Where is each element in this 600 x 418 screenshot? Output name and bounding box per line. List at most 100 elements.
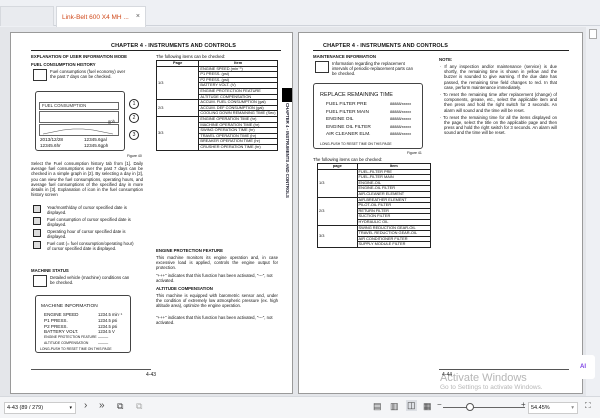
screen-value: 12345.6gph [84, 143, 109, 148]
screen-row-label: ALTITUDE COMPENSATION [44, 341, 89, 345]
page-left: CHAPTER 4 - INSTRUMENTS AND CONTROLS EXP… [10, 32, 293, 394]
watermark-line: Activate Windows [440, 372, 527, 384]
page-select[interactable]: 4-43 (89 / 279) ▾ [4, 402, 76, 414]
calendar-icon [33, 205, 41, 213]
screen-row-label: ENGINE OIL [326, 117, 354, 122]
paragraph: This machine is equipped with barometric… [156, 293, 278, 309]
zoom-slider-handle[interactable] [466, 403, 474, 411]
zoom-value: 54.45% [531, 405, 550, 411]
callout: 1 [129, 99, 139, 109]
text: The following items can be checked: [313, 157, 383, 162]
heading: FUEL CONSUMPTION HISTORY [31, 62, 96, 67]
text: Information regarding the replacement in… [332, 61, 413, 77]
text: Operating hour of cursor specified date … [47, 229, 126, 240]
chevron-down-icon: ▾ [69, 405, 72, 411]
screen-row-value: 1234.5 min⁻¹ [98, 312, 123, 317]
screen-row-value: 1234.5 V [98, 329, 115, 335]
rotate-back-icon[interactable]: ⧉ [136, 401, 142, 412]
screen-row-label: P1 PRESS. [44, 317, 68, 323]
callout: 2 [129, 113, 139, 123]
screen-date: 2013/12/28 [40, 137, 63, 142]
chapter-header: CHAPTER 4 - INSTRUMENTS AND CONTROLS [323, 43, 449, 49]
heading: ENGINE PROTECTION FEATURE [156, 248, 224, 253]
screen-value: 12345.6hr [40, 143, 61, 148]
text: Fuel consumption of cursor specified dat… [47, 217, 131, 228]
screen-row-label: ENGINE SPEED [44, 312, 79, 317]
screen-row-value: ——— [98, 341, 109, 345]
continuous-page-icon[interactable]: ▥ [390, 401, 399, 412]
two-page-continuous-icon[interactable]: ▦ [423, 401, 432, 412]
scrollbar[interactable] [586, 27, 600, 396]
close-icon[interactable]: × [136, 13, 140, 20]
table-cell-page: 2/3 [155, 99, 200, 117]
items-table: page Item 1/3 FUEL-FILTER PRE FUEL-FILTER MA… [317, 163, 432, 248]
tab-blank[interactable] [0, 6, 54, 26]
tab-title: Link-Belt 600 X4 MH ... [62, 14, 129, 21]
watermark-line: Go to Settings to activate Windows. [440, 384, 543, 391]
single-page-icon[interactable]: ▤ [373, 401, 382, 412]
hourglass-icon [33, 229, 41, 237]
next-page-icon[interactable]: › [84, 400, 87, 411]
fuel-cost-icon [33, 241, 41, 249]
heading: EXPLANATION OF USER INFORMATION MODE [31, 54, 128, 59]
heading: MAINTENANCE INFORMATION [313, 54, 376, 59]
screen-title: FUEL CONSUMPTION [39, 102, 119, 110]
screen-row-value: 1234.5 psi [98, 317, 118, 323]
chevron-down-icon: ▾ [571, 405, 574, 411]
scroll-thumb[interactable] [589, 29, 597, 39]
screen-footer: LONG-PUSH TO RESET TIME ON THIS PAGE [320, 142, 392, 146]
wrench-icon [315, 61, 329, 73]
screen-unit: gph [39, 111, 119, 124]
fuel-graph [42, 128, 114, 135]
screen-row-value: 88888/xxxxx [390, 124, 412, 129]
fuel-screen: FUEL CONSUMPTION gph 2013/12/28 12345.6g… [35, 91, 125, 151]
fullscreen-icon[interactable]: ⛶ [585, 401, 591, 411]
text: The following items can be checked: [156, 54, 226, 59]
ai-assistant-button[interactable]: AI [571, 355, 595, 379]
page-right: CHAPTER 4 - INSTRUMENTS AND CONTROLS MAI… [298, 32, 583, 394]
heading: ALTITUDE COMPENSATION [156, 286, 213, 291]
two-page-icon[interactable]: ◫ [406, 400, 417, 411]
paragraph: "+++" indicates that this function has b… [156, 273, 273, 284]
zoom-level-input[interactable]: 54.45% ▾ [528, 402, 578, 414]
table-cell-page: 1/3 [317, 168, 358, 198]
zoom-out-button[interactable]: − [437, 400, 442, 409]
fuel-icon [33, 69, 47, 81]
paragraph: This machine monitors its engine operati… [156, 255, 278, 271]
note-item: · If any inspection and/or maintenance (… [440, 64, 557, 90]
table-cell-item: SUPPLY MODULE FILTER [356, 241, 432, 248]
note-item: · To reset the remaining time after repl… [440, 92, 557, 113]
fuel-pump-icon [33, 217, 41, 225]
document-view: CHAPTER 4 - INSTRUMENTS AND CONTROLS EXP… [0, 27, 600, 396]
table-cell-page: 1/3 [155, 65, 200, 101]
items-table: Page Item 1/3 ENGINE SPEED (min⁻¹) P1 PRESS.… [155, 60, 278, 151]
last-page-icon[interactable]: » [99, 400, 105, 411]
figure-label: Figure 41 [407, 151, 422, 155]
screen-row-value: 88888/xxxxx [390, 117, 412, 121]
note-item: · To reset the remaining time for all th… [440, 114, 557, 136]
screen-row-value: 88888/xxxxx [390, 132, 412, 136]
chapter-header: CHAPTER 4 - INSTRUMENTS AND CONTROLS [111, 43, 237, 49]
table-cell-page: 3/3 [155, 115, 200, 151]
page-number: 4-43 [146, 372, 157, 378]
screen-value: 12345.6gal [84, 137, 107, 142]
text: Year/month/day of cursor specified date … [47, 205, 127, 216]
screen-title: REPLACE REMAINING TIME [320, 92, 393, 98]
screen-footer: LONG-PUSH TO RESET TIME ON THIS PAGE [40, 347, 112, 351]
figure-label: Figure 40 [127, 154, 142, 158]
text: Fuel consumptions (fuel economy) over th… [50, 69, 126, 80]
zoom-slider[interactable] [443, 407, 525, 408]
rotate-page-icon[interactable]: ⧉ [117, 401, 123, 412]
screen-row-value: ——— [98, 335, 109, 340]
screen-row-label: FUEL FILTER MAIN [326, 109, 369, 115]
screen-row-value: 88888/xxxxx [390, 102, 412, 106]
side-tab-text: CHAPTER 4 - INSTRUMENTS AND CONTROLS [285, 103, 290, 198]
paragraph: Select the Fuel consumption history tab … [31, 161, 143, 198]
table-cell-page: 2/3 [317, 196, 358, 226]
screen-row-value: 1234.5 psi [98, 323, 118, 329]
tab-document[interactable]: Link-Belt 600 X4 MH ... × [56, 6, 146, 27]
table-cell-page: 3/3 [317, 224, 358, 248]
screen-row-value: 88888/xxxxx [390, 109, 412, 114]
machine-screen: MACHINE INFORMATION ENGINE SPEED 1234.5 m… [35, 295, 131, 353]
zoom-in-button[interactable]: + [521, 400, 526, 409]
